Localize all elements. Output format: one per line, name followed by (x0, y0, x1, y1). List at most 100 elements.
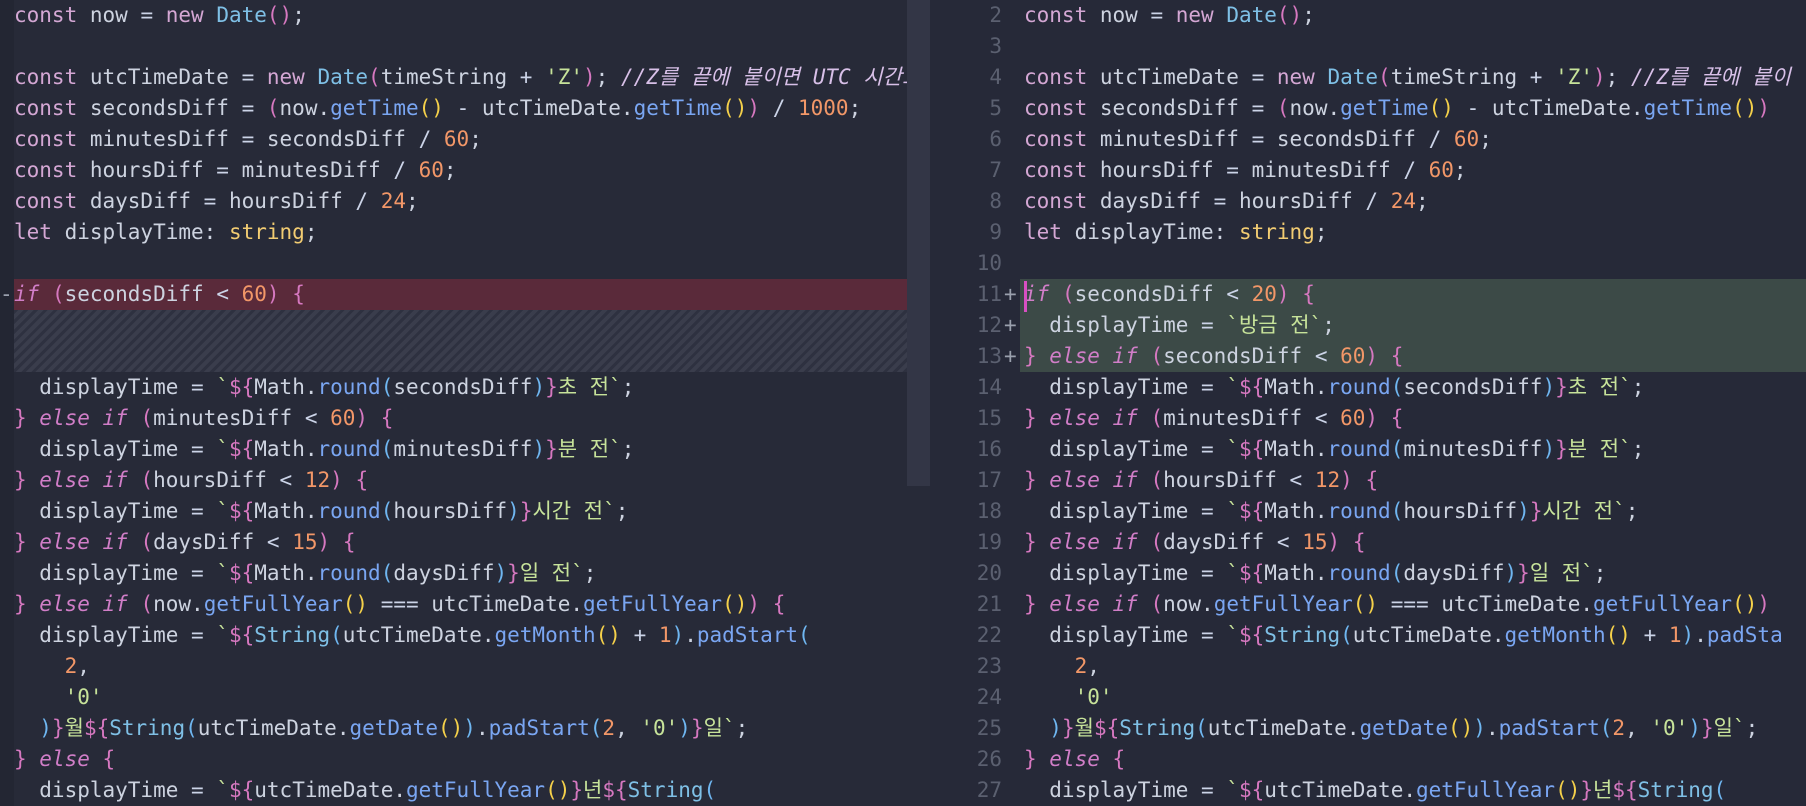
code-line[interactable]: displayTime = `${String(utcTimeDate.getM… (14, 620, 930, 651)
code-token: getFullYear (1415, 778, 1556, 802)
code-line[interactable]: const daysDiff = hoursDiff / 24; (14, 186, 930, 217)
code-line[interactable]: } else if (minutesDiff < 60) { (1024, 403, 1806, 434)
code-token: Math. (1264, 437, 1328, 461)
code-line[interactable]: } else if (hoursDiff < 12) { (1024, 465, 1806, 496)
code-token: ) (1517, 499, 1530, 523)
code-line[interactable]: displayTime = `${utcTimeDate.getFullYear… (14, 775, 930, 806)
code-line[interactable]: const minutesDiff = secondsDiff / 60; (14, 124, 930, 155)
code-token: else (1049, 747, 1113, 771)
code-token: { (1390, 406, 1404, 430)
code-line[interactable]: } else { (14, 744, 930, 775)
code-line[interactable]: const now = new Date(); (14, 0, 930, 31)
cursor-marker (1024, 281, 1027, 312)
modified-pane[interactable]: 2 3 4 5 6 7 8 9 10 11 +12 +13 +14 15 16 17 18 19 20 21 22 23 2… (930, 0, 1806, 806)
code-line[interactable]: } else if (daysDiff < 15) { (1024, 527, 1806, 558)
code-token: minutesDiff (153, 406, 305, 430)
code-line[interactable]: displayTime = `${Math.round(secondsDiff)… (1024, 372, 1806, 403)
code-line[interactable]: '0' (14, 682, 930, 713)
code-token: === (368, 592, 432, 616)
code-token: ( (1150, 406, 1164, 430)
original-pane[interactable]: - const now = new Date(); const utcTimeDa… (0, 0, 930, 806)
code-line[interactable]: displayTime = `${Math.round(hoursDiff)}시… (1024, 496, 1806, 527)
code-line[interactable]: let displayTime: string; (14, 217, 930, 248)
code-line[interactable]: )}월${String(utcTimeDate.getDate()).padSt… (1024, 713, 1806, 744)
code-token: 60 (330, 406, 356, 430)
code-token: utcTimeDate. (431, 592, 583, 616)
code-line[interactable] (1024, 31, 1806, 62)
code-token: 초 전` (557, 375, 622, 399)
code-token: - (443, 96, 482, 120)
code-line[interactable]: displayTime = `${String(utcTimeDate.getM… (1024, 620, 1806, 651)
code-line[interactable]: } else { (1024, 744, 1806, 775)
code-line[interactable]: } else if (hoursDiff < 12) { (14, 465, 930, 496)
code-line[interactable]: displayTime = `${Math.round(daysDiff)}일 … (1024, 558, 1806, 589)
code-token: ( (1390, 499, 1404, 523)
code-token: else if (1049, 344, 1151, 368)
code-token: displayTime (1024, 561, 1202, 585)
code-line[interactable]: const utcTimeDate = new Date(timeString … (1024, 62, 1806, 93)
code-token: ${ (1238, 623, 1265, 647)
code-token: getDate (349, 716, 438, 740)
code-line[interactable] (14, 248, 930, 279)
code-line[interactable]: const minutesDiff = secondsDiff / 60; (1024, 124, 1806, 155)
code-line[interactable]: const utcTimeDate = new Date(timeString … (14, 62, 930, 93)
code-token: , (77, 654, 90, 678)
code-line[interactable]: const secondsDiff = (now.getTime() - utc… (14, 93, 930, 124)
modified-code[interactable]: const now = new Date(); const utcTimeDate… (1024, 0, 1806, 806)
added-line[interactable]: if (secondsDiff < 20) { (1024, 279, 1806, 310)
code-line[interactable]: displayTime = `${utcTimeDate.getFullYear… (1024, 775, 1806, 806)
code-line[interactable]: displayTime = `${Math.round(minutesDiff)… (14, 434, 930, 465)
code-token: = (191, 561, 217, 585)
original-scrollbar[interactable] (907, 0, 930, 486)
code-token: ) (1757, 592, 1771, 616)
code-token: ( (185, 716, 198, 740)
code-line[interactable]: )}월${String(utcTimeDate.getDate()).padSt… (14, 713, 930, 744)
code-line[interactable]: const now = new Date(); (1024, 0, 1806, 31)
code-token: 시간 전` (532, 499, 616, 523)
code-token: string (228, 220, 305, 244)
line-number: 12 (976, 313, 1002, 337)
code-token: new (1276, 65, 1328, 89)
code-line[interactable]: const secondsDiff = (now.getTime() - utc… (1024, 93, 1806, 124)
code-line[interactable]: } else if (now.getFullYear() === utcTime… (14, 589, 930, 620)
code-line[interactable]: const hoursDiff = minutesDiff / 60; (14, 155, 930, 186)
code-line[interactable]: displayTime = `${Math.round(daysDiff)}일 … (14, 558, 930, 589)
code-line[interactable] (1024, 248, 1806, 279)
code-token: { (292, 282, 305, 306)
code-line[interactable] (14, 31, 930, 62)
code-line[interactable]: displayTime = `${Math.round(minutesDiff)… (1024, 434, 1806, 465)
line-number: 23 (976, 654, 1002, 678)
code-token: utcTimeDate. (254, 778, 406, 802)
code-line[interactable]: displayTime = `${Math.round(secondsDiff)… (14, 372, 930, 403)
code-token: String (109, 716, 186, 740)
code-line[interactable]: } else if (now.getFullYear() === utcTime… (1024, 589, 1806, 620)
line-number: 14 (976, 375, 1002, 399)
code-line[interactable]: const daysDiff = hoursDiff / 24; (1024, 186, 1806, 217)
code-line[interactable]: 2, (14, 651, 930, 682)
original-code[interactable]: const now = new Date(); const utcTimeDate… (14, 0, 930, 806)
code-line[interactable]: displayTime = `${Math.round(hoursDiff)}시… (14, 496, 930, 527)
code-line[interactable]: 2, (1024, 651, 1806, 682)
code-line[interactable]: let displayTime: string; (1024, 217, 1806, 248)
code-token: { (1352, 530, 1366, 554)
code-token: padStart (696, 623, 799, 647)
code-token: else if (39, 406, 141, 430)
code-token: 'Z' (545, 65, 583, 89)
code-line[interactable]: const hoursDiff = minutesDiff / 60; (1024, 155, 1806, 186)
code-token: round (317, 499, 381, 523)
code-line[interactable]: } else if (minutesDiff < 60) { (14, 403, 930, 434)
added-line[interactable]: } else if (secondsDiff < 60) { (1024, 341, 1806, 372)
code-line[interactable]: } else if (daysDiff < 15) { (14, 527, 930, 558)
deleted-line[interactable]: if (secondsDiff < 60) { (14, 279, 930, 310)
code-token: Math. (254, 375, 318, 399)
code-line[interactable]: '0' (1024, 682, 1806, 713)
code-token: () (1276, 3, 1303, 27)
code-token: < (216, 282, 242, 306)
added-line[interactable]: displayTime = `방금 전`; (1024, 310, 1806, 341)
code-token: Date (1327, 65, 1379, 89)
code-token: ) (1757, 96, 1771, 120)
code-token: daysDiff (1099, 189, 1214, 213)
code-token: displayTime (14, 561, 192, 585)
code-token: / (393, 158, 419, 182)
